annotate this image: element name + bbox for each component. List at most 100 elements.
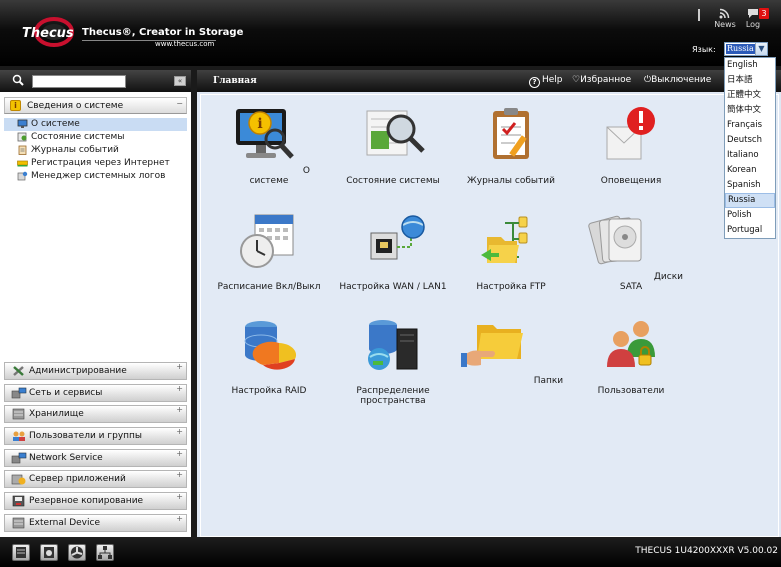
tree-item-label: О системе: [31, 119, 80, 129]
sidebar-section-backup[interactable]: Резервное копирование +: [4, 492, 187, 511]
wan-lan-network-icon: [370, 215, 425, 260]
heart-icon: ♡: [572, 75, 581, 85]
language-label: Язык:: [692, 45, 716, 54]
sidebar-section-external-device[interactable]: External Device +: [4, 513, 187, 532]
svg-text:i: i: [257, 116, 262, 132]
left-navigation-panel: « i Сведения о системе − О системе Состо…: [0, 70, 191, 537]
language-option[interactable]: 簡体中文: [725, 103, 775, 118]
tile-power-schedule[interactable]: Расписание Вкл/Выкл: [214, 211, 324, 292]
expand-icon[interactable]: +: [176, 470, 183, 479]
ftp-settings-icon: [481, 216, 528, 263]
brand-website: www.thecus.com: [155, 40, 215, 48]
expand-icon[interactable]: +: [176, 405, 183, 414]
chevron-down-icon[interactable]: ▼: [755, 43, 767, 55]
help-label: Help: [542, 75, 563, 85]
expand-icon[interactable]: +: [176, 514, 183, 523]
search-input[interactable]: [32, 75, 126, 88]
collapse-icon[interactable]: −: [176, 99, 183, 108]
tile-label: Состояние системы: [346, 176, 440, 186]
main-panel: Главная ? Help ♡Избранное ⏻Выключение i …: [197, 70, 781, 537]
tree-item-syslog-manager[interactable]: Менеджер системных логов: [4, 170, 187, 183]
log-count-badge: 3: [759, 8, 769, 19]
monitor-icon: [17, 119, 28, 128]
tree-item-event-logs[interactable]: Журналы событий: [4, 144, 187, 157]
users-icon: [13, 431, 25, 442]
sidebar-section-label: Network Service: [29, 452, 103, 463]
news-label: News: [714, 20, 736, 29]
sidebar-section-network-services[interactable]: Сеть и сервисы +: [4, 383, 187, 402]
tile-wan-lan1[interactable]: Настройка WAN / LAN1: [338, 211, 448, 292]
network-service-icon: [11, 452, 27, 464]
section-system-info-header[interactable]: i Сведения о системе −: [4, 97, 187, 114]
tile-sata-disks[interactable]: Диски SATA: [576, 211, 686, 292]
sidebar-section-storage[interactable]: Хранилище +: [4, 405, 187, 424]
expand-icon[interactable]: +: [176, 449, 183, 458]
tree-item-online-registration[interactable]: Регистрация через Интернет: [4, 157, 187, 170]
tile-label: Диски SATA: [619, 272, 683, 292]
news-button[interactable]: News: [712, 8, 738, 29]
tile-ftp-settings[interactable]: Настройка FTP: [456, 211, 566, 292]
language-option[interactable]: Italiano: [725, 148, 775, 163]
sidebar-section-network-service[interactable]: Network Service +: [4, 448, 187, 467]
language-dropdown-list: English 日本語 正體中文 簡体中文 Français Deutsch I…: [724, 57, 776, 239]
event-logs-clipboard-icon: [493, 108, 529, 159]
tile-users[interactable]: Пользователи: [576, 315, 686, 396]
favorites-button[interactable]: ♡Избранное: [572, 75, 631, 85]
sidebar-section-application-server[interactable]: Сервер приложений +: [4, 470, 187, 489]
tile-label: Папки: [533, 376, 564, 386]
collapse-panel-button[interactable]: «: [174, 76, 186, 86]
language-option-selected[interactable]: Russia: [725, 193, 775, 208]
sidebar-section-administration[interactable]: Администрирование +: [4, 362, 187, 380]
system-status-icon: [366, 110, 425, 156]
language-option[interactable]: Portugal: [725, 223, 775, 238]
language-option[interactable]: Spanish: [725, 178, 775, 193]
tile-folders[interactable]: Папки: [456, 315, 566, 386]
expand-icon[interactable]: +: [176, 384, 183, 393]
tile-label: О системе: [249, 166, 310, 186]
page-title: Главная: [213, 76, 257, 86]
search-icon[interactable]: [12, 74, 24, 86]
help-button[interactable]: ? Help: [529, 75, 563, 88]
rss-icon: [719, 8, 730, 19]
language-option[interactable]: Français: [725, 118, 775, 133]
tree-item-label: Менеджер системных логов: [31, 171, 166, 181]
top-header: Thecus Thecus®, Creator in Storage www.t…: [0, 0, 781, 66]
section-label: Сведения о системе: [27, 101, 124, 111]
expand-icon[interactable]: +: [176, 362, 183, 371]
language-select[interactable]: Russia ▼: [724, 42, 768, 56]
language-option[interactable]: 正體中文: [725, 88, 775, 103]
shutdown-button[interactable]: ⏻Выключение: [644, 75, 711, 85]
tile-notifications[interactable]: Оповещения: [576, 105, 686, 186]
tile-about[interactable]: i О системе: [214, 105, 324, 186]
tile-event-logs[interactable]: Журналы событий: [456, 105, 566, 186]
network-status-icon[interactable]: [96, 544, 114, 561]
optical-drive-icon[interactable]: [40, 544, 58, 561]
sidebar-section-label: Резервное копирование: [29, 496, 144, 507]
expand-icon[interactable]: +: [176, 492, 183, 501]
sidebar-section-users-groups[interactable]: Пользователи и группы +: [4, 427, 187, 446]
log-label: Log: [745, 20, 761, 29]
sata-disks-icon: [588, 215, 642, 265]
external-device-icon: [12, 517, 25, 529]
tile-label: Журналы событий: [467, 176, 555, 186]
space-allocation-icon: [368, 320, 418, 370]
language-option[interactable]: English: [725, 58, 775, 73]
fan-icon[interactable]: [68, 544, 86, 561]
message-icon: [748, 9, 758, 18]
tree-item-system-status[interactable]: Состояние системы: [4, 131, 187, 144]
tile-raid-settings[interactable]: Настройка RAID: [214, 315, 324, 396]
language-option[interactable]: 日本語: [725, 73, 775, 88]
raid-settings-icon: [244, 321, 297, 370]
tile-label: Оповещения: [600, 176, 662, 186]
tree-item-about[interactable]: О системе: [4, 118, 187, 131]
language-option[interactable]: Deutsch: [725, 133, 775, 148]
sidebar-section-label: External Device: [29, 517, 100, 528]
home-icon-grid: i О системе Состояние системы Журналы со…: [200, 94, 779, 537]
disk-status-icon[interactable]: [12, 544, 30, 561]
expand-icon[interactable]: +: [176, 427, 183, 436]
tile-space-allocation[interactable]: Распределение пространства: [338, 315, 448, 406]
language-option[interactable]: Korean: [725, 163, 775, 178]
tile-system-status[interactable]: Состояние системы: [338, 105, 448, 186]
tile-label: Настройка WAN / LAN1: [339, 282, 447, 292]
language-option[interactable]: Polish: [725, 208, 775, 223]
